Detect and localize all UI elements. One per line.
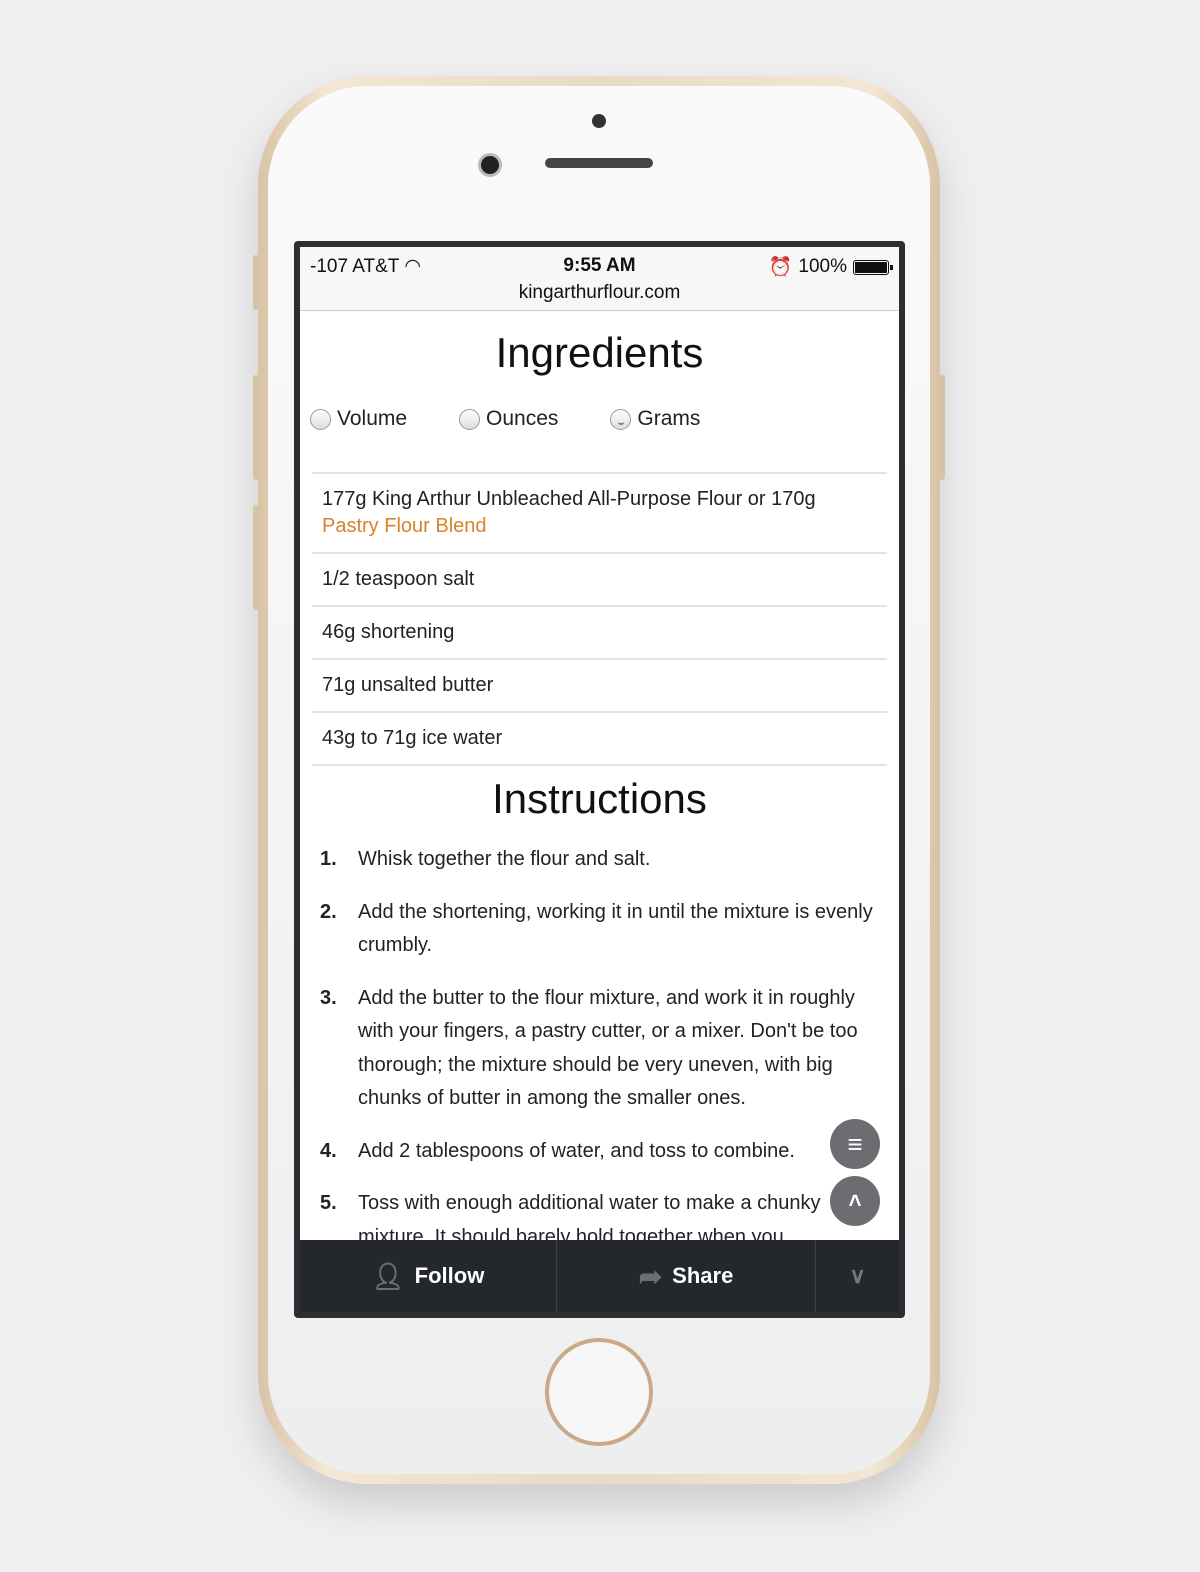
status-bar: -107 AT&T ◠ 9:55 AM ⏰ 100% kingarthurflou… xyxy=(300,247,899,311)
share-label: Share xyxy=(672,1263,734,1288)
power-button xyxy=(939,375,945,480)
step: 4. Add 2 tablespoons of water, and toss t… xyxy=(320,1139,795,1162)
follow-button[interactable]: 👤︎ Follow xyxy=(300,1240,557,1312)
pastry-flour-link[interactable]: Pastry Flour Blend xyxy=(322,515,487,537)
volume-down-button xyxy=(253,505,259,610)
step: 1. Whisk together the flour and salt. xyxy=(320,848,651,870)
bottom-toolbar: 👤︎ Follow ➦ Share ∨ xyxy=(300,1240,899,1312)
scroll-top-button[interactable]: ˄ xyxy=(830,1176,880,1226)
radio-grams[interactable]: Grams xyxy=(610,407,700,431)
person-icon: 👤︎ xyxy=(371,1260,405,1291)
chevron-down-icon: ∨ xyxy=(849,1263,866,1288)
ingredient-item: 46g shortening xyxy=(312,607,887,660)
ingredient-list: 177g King Arthur Unbleached All-Purpose … xyxy=(312,472,887,766)
instructions-heading: Instructions xyxy=(492,775,707,822)
step: 3. Add the butter to the flour mixture, a… xyxy=(320,986,858,1110)
unit-selector: Volume Ounces Grams xyxy=(310,407,752,431)
battery-icon xyxy=(853,259,893,275)
ingredient-item: 1/2 teaspoon salt xyxy=(312,554,887,607)
follow-label: Follow xyxy=(414,1263,485,1288)
mute-switch xyxy=(253,255,259,310)
chevron-up-icon: ˄ xyxy=(848,1188,862,1213)
radio-label: Ounces xyxy=(486,407,559,430)
alarm-icon: ⏰ xyxy=(768,257,793,278)
ingredient-item: 177g King Arthur Unbleached All-Purpose … xyxy=(312,474,887,554)
radio-label: Volume xyxy=(337,407,408,430)
screen: -107 AT&T ◠ 9:55 AM ⏰ 100% kingarthurflou… xyxy=(294,241,905,1318)
radio-label: Grams xyxy=(637,407,701,430)
earpiece-speaker xyxy=(545,158,653,168)
volume-up-button xyxy=(253,375,259,480)
more-button[interactable]: ∨ xyxy=(816,1240,899,1312)
share-button[interactable]: ➦ Share xyxy=(557,1240,816,1312)
radio-volume[interactable]: Volume xyxy=(310,407,407,431)
hamburger-icon: ≡ xyxy=(847,1128,863,1159)
ingredient-item: 43g to 71g ice water xyxy=(312,713,887,766)
ingredient-item: 71g unsalted butter xyxy=(312,660,887,713)
share-arrow-icon: ➦ xyxy=(638,1260,663,1292)
home-button[interactable] xyxy=(545,1338,653,1446)
ingredients-heading: Ingredients xyxy=(495,329,704,376)
url-bar[interactable]: kingarthurflour.com xyxy=(300,282,899,304)
radio-ounces[interactable]: Ounces xyxy=(459,407,558,431)
front-camera xyxy=(478,153,502,177)
menu-button[interactable]: ≡ xyxy=(830,1119,880,1169)
instruction-list: 1. Whisk together the flour and salt. 2. A… xyxy=(320,843,890,1273)
step: 2. Add the shortening, working it in unti… xyxy=(320,900,873,957)
battery-percent: 100% xyxy=(798,256,847,277)
sensor xyxy=(592,114,606,128)
